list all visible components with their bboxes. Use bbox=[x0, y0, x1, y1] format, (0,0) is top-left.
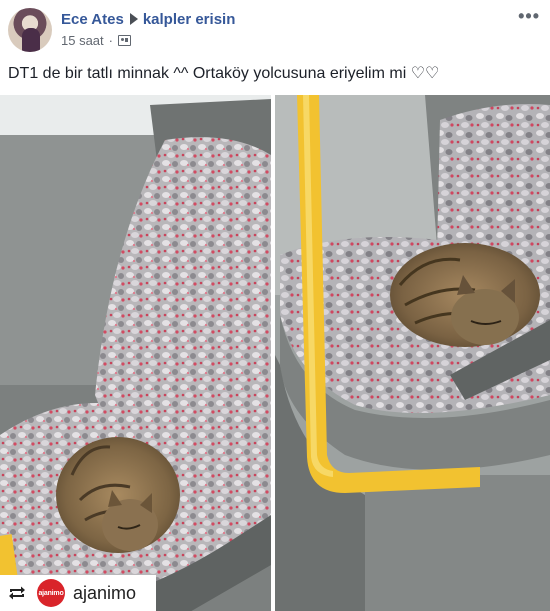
cat-on-bus-seat-photo-left bbox=[0, 95, 271, 611]
post-header: Ece Ates kalpler erisin 15 saat · ••• bbox=[0, 0, 550, 58]
post-caption: DT1 de bir tatlı minnak ^^ Ortaköy yolcu… bbox=[8, 65, 440, 82]
post-timestamp[interactable]: 15 saat bbox=[61, 33, 104, 48]
repost-icon bbox=[7, 585, 27, 601]
repost-badge: ajanimo ajanimo bbox=[0, 575, 156, 611]
more-options-icon[interactable]: ••• bbox=[518, 6, 540, 27]
cat-on-bus-seat-photo-right bbox=[275, 95, 550, 611]
brand-name: ajanimo bbox=[73, 582, 137, 603]
author-line: Ece Ates kalpler erisin bbox=[61, 11, 235, 28]
brand-logo: ajanimo bbox=[37, 579, 65, 607]
post-photo-left[interactable] bbox=[0, 95, 271, 611]
author-avatar[interactable] bbox=[8, 8, 52, 52]
author-name[interactable]: Ece Ates bbox=[61, 11, 124, 28]
audience-icon[interactable] bbox=[118, 35, 131, 46]
shared-to-arrow-icon bbox=[129, 13, 138, 25]
meta-separator: · bbox=[108, 33, 113, 48]
post-meta: 15 saat · bbox=[61, 33, 131, 48]
target-page-name[interactable]: kalpler erisin bbox=[143, 11, 236, 28]
post-photo-right[interactable] bbox=[275, 95, 550, 611]
